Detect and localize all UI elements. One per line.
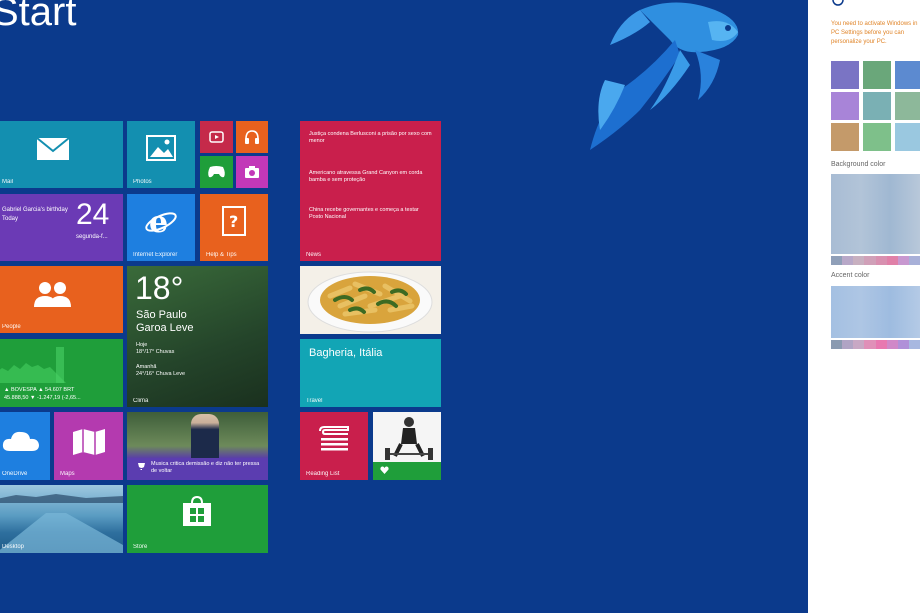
- music-tile[interactable]: [236, 121, 268, 153]
- svg-text:e: e: [149, 206, 168, 238]
- weather-label: Clima: [133, 398, 149, 404]
- help-icon: ?: [222, 206, 246, 236]
- weather-city: São Paulo: [136, 309, 187, 321]
- reading-label: Reading List: [306, 471, 340, 477]
- video-icon: [209, 131, 224, 143]
- calendar-event: Gabriel Garcia's birthday: [2, 207, 68, 213]
- onedrive-label: OneDrive: [2, 471, 28, 477]
- mail-tile[interactable]: Mail: [0, 121, 123, 188]
- ie-label: Internet Explorer: [133, 252, 178, 258]
- photos-label: Photos: [133, 179, 152, 185]
- travel-tile[interactable]: Bagheria, Itália Travel: [300, 339, 441, 407]
- cloud-icon: [2, 431, 39, 451]
- music-news-text: Musica critica demissão e diz não ter pr…: [151, 461, 260, 474]
- gamepad-icon: [208, 166, 225, 178]
- back-arrow-icon[interactable]: [832, 0, 844, 6]
- photos-icon: [146, 135, 176, 161]
- pattern-swatch-9[interactable]: [895, 123, 920, 151]
- svg-text:?: ?: [229, 212, 238, 231]
- weather-tile[interactable]: 18° São Paulo Garoa Leve Hoje 18°/17° Ch…: [127, 266, 268, 407]
- news-label: News: [306, 252, 322, 258]
- background-color-picker[interactable]: [831, 174, 920, 254]
- background-color-strip[interactable]: [831, 256, 920, 265]
- pattern-swatch-7[interactable]: [831, 123, 859, 151]
- calendar-tile[interactable]: Gabriel Garcia's birthday Today 24 segun…: [0, 194, 123, 261]
- pattern-swatch-8[interactable]: [863, 123, 891, 151]
- activation-warning: You need to activate Windows in PC Setti…: [831, 21, 918, 45]
- mail-icon: [36, 137, 70, 160]
- ie-icon: e: [145, 206, 177, 238]
- pattern-swatch-6[interactable]: [895, 92, 920, 120]
- pattern-swatch-4[interactable]: [831, 92, 859, 120]
- news-headline-2: Americano atravessa Grand Canyon em cord…: [309, 170, 423, 183]
- calendar-weekday: segunda-f...: [76, 234, 108, 240]
- store-bag-icon: [183, 495, 211, 526]
- weather-desc: Garoa Leve: [136, 322, 194, 334]
- trophy-icon: [138, 463, 145, 470]
- pattern-swatch-5[interactable]: [863, 92, 891, 120]
- map-icon: [73, 429, 105, 455]
- accent-color-heading: Accent color: [831, 272, 870, 279]
- start-title: Start: [0, 0, 77, 34]
- desktop-label: Desktop: [2, 544, 25, 550]
- finance-line2: 45.888,50 ▼ -1.247,19 (-2,65...: [4, 395, 81, 401]
- travel-label: Travel: [306, 398, 323, 404]
- games-tile[interactable]: [200, 156, 233, 188]
- finance-line1: ▲ BOVESPA ▲ 54.607 BRT: [4, 387, 75, 393]
- music-news-tile[interactable]: Musica critica demissão e diz não ter pr…: [127, 412, 268, 480]
- news-headline-1: Justiça condena Berlusconi a prisão por …: [309, 131, 432, 144]
- reading-list-icon: [319, 426, 349, 451]
- video-tile[interactable]: [200, 121, 233, 153]
- headphones-icon: [245, 130, 259, 144]
- weather-today-label: Hoje: [136, 342, 148, 348]
- camera-tile[interactable]: [236, 156, 268, 188]
- mail-label: Mail: [2, 179, 14, 185]
- fish-artwork: [590, 2, 739, 150]
- weather-tomorrow-label: Amanhã: [136, 364, 157, 370]
- calendar-day: 24: [76, 198, 110, 231]
- help-tile[interactable]: ? Help & Tips: [200, 194, 268, 261]
- news-headline-3: China recebe governantes e começa a test…: [309, 207, 419, 220]
- desktop-landscape: [0, 494, 123, 553]
- reading-tile[interactable]: Reading List: [300, 412, 368, 480]
- accent-color-strip[interactable]: [831, 340, 920, 349]
- fitness-tile[interactable]: [373, 412, 441, 480]
- camera-icon: [245, 166, 259, 178]
- heart-icon: [380, 466, 389, 474]
- weather-tomorrow-text: 24°/16° Chuva Leve: [136, 371, 186, 377]
- finance-tile[interactable]: ▲ BOVESPA ▲ 54.607 BRT 45.888,50 ▼ -1.24…: [0, 339, 123, 407]
- desktop-tile[interactable]: Desktop: [0, 485, 123, 553]
- maps-tile[interactable]: Maps: [54, 412, 123, 480]
- pattern-swatch-2[interactable]: [863, 61, 891, 89]
- store-tile[interactable]: Store: [127, 485, 268, 553]
- people-tile[interactable]: People: [0, 266, 123, 333]
- ie-tile[interactable]: e Internet Explorer: [127, 194, 195, 261]
- food-plate-image: [307, 271, 433, 333]
- people-label: People: [2, 324, 21, 330]
- help-label: Help & Tips: [206, 252, 237, 258]
- photos-tile[interactable]: Photos: [127, 121, 195, 188]
- travel-place: Bagheria, Itália: [309, 347, 383, 359]
- onedrive-tile[interactable]: OneDrive: [0, 412, 50, 480]
- store-label: Store: [133, 544, 148, 550]
- maps-label: Maps: [60, 471, 75, 477]
- calendar-event-sub: Today: [2, 216, 19, 222]
- weather-today-text: 18°/17° Chuvas: [136, 349, 175, 355]
- weather-temp: 18°: [135, 270, 184, 306]
- people-icon: [34, 282, 71, 307]
- person-photo: [191, 414, 219, 458]
- accent-color-picker[interactable]: [831, 286, 920, 338]
- finance-chart-icon: [0, 347, 66, 383]
- pattern-swatch-1[interactable]: [831, 61, 859, 89]
- news-tile[interactable]: Justiça condena Berlusconi a prisão por …: [300, 121, 441, 261]
- pattern-swatch-3[interactable]: [895, 61, 920, 89]
- background-color-heading: Background color: [831, 161, 886, 168]
- food-tile[interactable]: [300, 266, 441, 334]
